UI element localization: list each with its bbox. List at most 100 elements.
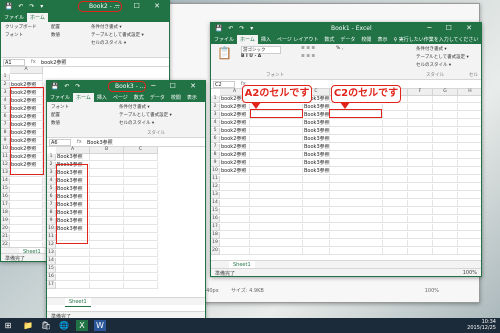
book3-conditional-format[interactable]: 条件付き書式 ▾ [119,104,172,112]
cell[interactable] [330,200,383,207]
cell[interactable] [433,184,458,191]
cell[interactable] [10,178,43,185]
book2-tab-file[interactable]: ファイル [1,13,27,22]
cell[interactable] [220,176,250,183]
cell[interactable] [220,240,250,247]
taskbar-clock[interactable]: 10:34 2015/12/25 [467,319,496,331]
cell[interactable] [56,266,90,273]
cell[interactable] [124,258,158,265]
cell[interactable]: book2参照 [220,168,250,175]
row-header[interactable]: 15 [47,266,56,273]
cell[interactable] [124,170,158,177]
column-header[interactable]: H [458,89,481,96]
cell[interactable] [330,144,383,151]
cell[interactable] [90,250,124,257]
book2-tab-home[interactable]: ホーム [27,13,48,22]
book2-name-box[interactable]: A1 [3,59,25,66]
cell[interactable] [220,248,250,255]
row-header[interactable]: 20 [211,248,220,255]
cell[interactable] [433,96,458,103]
cell[interactable] [90,210,124,217]
percent-icon[interactable]: % , [336,46,343,54]
cell[interactable] [330,192,383,199]
row-header[interactable]: 1 [211,96,220,103]
cell[interactable]: Book3参照 [303,160,330,167]
row-header[interactable]: 5 [1,106,10,113]
book3-format-as-table[interactable]: テーブルとして書式設定 ▾ [119,112,172,120]
book2-ribbon-left[interactable]: クリップボード フォント [5,24,37,40]
book1-window[interactable]: 💾 ↶ ↷ ▾ Book1 - Excel ─ ☐ ✕ ファイル ホーム 挿入 ページ… [210,22,482,277]
cell[interactable] [458,112,481,119]
cell[interactable] [220,184,250,191]
font-name-select[interactable]: 游ゴシック [241,46,281,54]
cell[interactable] [433,152,458,159]
cell[interactable] [303,248,330,255]
cell[interactable] [408,216,433,223]
book3-fx-icon[interactable]: fx [77,139,82,145]
cell[interactable]: Book3参照 [303,112,330,119]
cell[interactable] [303,192,330,199]
book2-formula-value[interactable]: book2参照 [41,59,66,66]
row-header[interactable]: 8 [1,130,10,137]
row-header[interactable]: 3 [211,112,220,119]
cell[interactable] [56,274,90,281]
cell[interactable] [90,266,124,273]
book3-ribbon-font[interactable]: フォント [51,104,69,112]
cell[interactable] [408,208,433,215]
cell[interactable] [383,112,408,119]
row-header[interactable]: 14 [211,200,220,207]
book3-cell-styles[interactable]: セルのスタイル ▾ [119,120,172,128]
book3-ribbon-tabs[interactable]: ファイル ホーム 挿入 ページ 数式 データ 校閲 表示 [47,93,205,102]
cell[interactable]: book2参照 [220,104,250,111]
row-header[interactable]: 17 [47,282,56,289]
cell[interactable] [124,226,158,233]
tab-review[interactable]: 校閲 [358,35,374,44]
cell[interactable] [250,192,303,199]
cell[interactable] [303,208,330,215]
window-controls[interactable]: ─ ☐ ✕ [427,24,478,32]
row-header[interactable]: 15 [1,186,10,193]
number-group[interactable]: % , [336,46,343,54]
row-header[interactable]: 8 [47,210,56,217]
cell[interactable] [124,266,158,273]
column-header[interactable]: A [56,147,90,154]
cell[interactable] [330,136,383,143]
book3-quick-access[interactable]: 💾 ↶ ↷ [51,83,82,90]
row-header[interactable]: 10 [211,168,220,175]
cell[interactable] [124,162,158,169]
row-header[interactable]: 6 [1,114,10,121]
cell[interactable] [383,176,408,183]
cell[interactable] [433,168,458,175]
row-header[interactable]: 11 [1,154,10,161]
cell[interactable] [90,258,124,265]
book2-format-as-table[interactable]: テーブルとして書式設定 ▾ [91,32,144,40]
row-header[interactable]: 9 [211,160,220,167]
cell[interactable] [383,136,408,143]
cell[interactable] [330,152,383,159]
store-icon[interactable]: 🛍 [40,320,52,331]
cell[interactable] [250,136,303,143]
row-header[interactable]: 2 [211,104,220,111]
cell[interactable] [458,144,481,151]
cell[interactable] [383,208,408,215]
cell[interactable] [250,184,303,191]
row-header[interactable]: 12 [211,184,220,191]
cell[interactable] [56,250,90,257]
row-header[interactable]: 3 [47,170,56,177]
cell[interactable] [408,176,433,183]
row-header[interactable]: 13 [211,192,220,199]
cell[interactable]: book2参照 [220,120,250,127]
cell[interactable]: book2参照 [220,112,250,119]
cell[interactable] [90,194,124,201]
book2-ribbon-clipboard[interactable]: クリップボード [5,24,37,32]
book3-name-box[interactable]: A6 [49,139,71,146]
cell[interactable] [10,186,43,193]
book2-quick-access[interactable]: 💾 ↶ ↷ ▾ [5,3,45,10]
row-header[interactable]: 11 [47,234,56,241]
row-header[interactable]: 4 [47,178,56,185]
cell[interactable] [383,232,408,239]
cell[interactable] [433,176,458,183]
column-header[interactable]: B [90,147,124,154]
row-header[interactable]: 7 [47,202,56,209]
book3-ribbon-align[interactable]: 配置 [51,112,69,120]
